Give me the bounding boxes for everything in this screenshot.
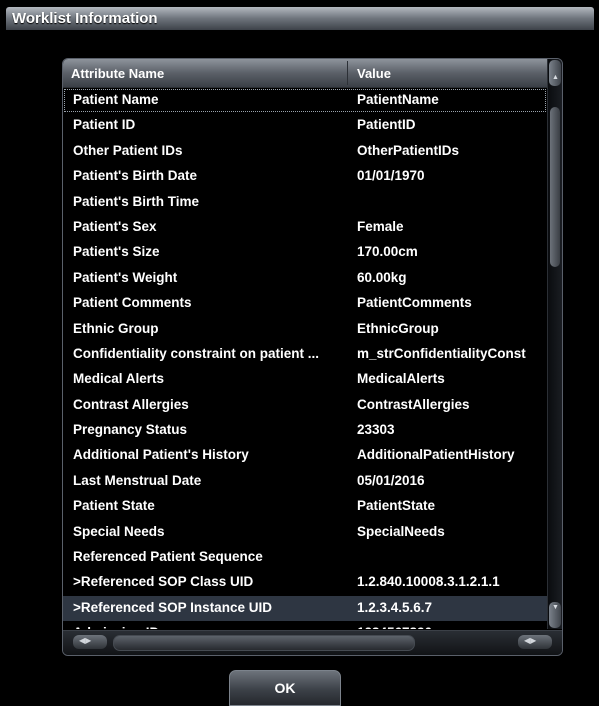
table-row[interactable]: Patient's Birth Date 01/01/1970 [63,164,547,189]
arrow-down-icon: ▼ [552,604,559,611]
attribute-name-cell: Patient's Sex [73,218,157,234]
arrow-left-icon: ◀▶ [79,636,92,645]
value-cell: PatientName [357,92,439,107]
arrow-up-icon: ▲ [552,74,559,81]
arrow-right-icon: ◀▶ [524,636,537,645]
attribute-name-cell: Patient's Birth Date [73,168,197,184]
value-cell: 1.2.840.10008.3.1.2.1.1 [357,574,500,590]
attribute-name-cell: Patient Name [73,92,159,107]
value-cell: EthnicGroup [357,320,439,336]
table-row[interactable]: Patient's Birth Time [63,190,547,215]
value-cell: 05/01/2016 [357,472,425,488]
table-row[interactable]: Patient's Weight 60.00kg [63,266,547,291]
table-row[interactable]: Pregnancy Status 23303 [63,418,547,443]
value-cell: PatientState [357,498,436,514]
attribute-name-cell: Patient State [73,498,155,514]
attribute-name-cell: Special Needs [73,523,165,539]
vertical-scrollbar[interactable]: ▲ ▼ [547,59,562,629]
table-row[interactable]: Referenced Patient Sequence [63,545,547,570]
attribute-name-cell: Last Menstrual Date [73,472,202,488]
table-row[interactable]: >Referenced SOP Class UID 1.2.840.10008.3… [63,570,547,595]
value-cell: SpecialNeeds [357,523,445,539]
table-row[interactable]: Medical Alerts MedicalAlerts [63,367,547,392]
column-header-attribute-name[interactable]: Attribute Name [71,66,164,81]
table-row[interactable]: >Referenced SOP Instance UID 1.2.3.4.5.6.… [63,595,547,622]
attribute-name-cell: Pregnancy Status [73,422,188,438]
attribute-name-cell: Patient Comments [73,295,192,311]
window-title: Worklist Information [12,10,158,27]
table-row[interactable]: Patient Name PatientName [63,88,547,113]
attribute-name-cell: Patient's Birth Time [73,193,199,209]
scroll-down-button[interactable]: ▼ [549,602,561,628]
attribute-name-cell: Admission ID [73,625,355,629]
value-cell: AdditionalPatientHistory [357,447,515,463]
value-cell: m_strConfidentialityConst [357,345,526,361]
table-row[interactable]: Patient State PatientState [63,494,547,519]
column-separator[interactable] [347,61,348,85]
horizontal-scroll-thumb[interactable] [113,635,415,651]
attribute-name-cell: Other Patient IDs [73,142,183,158]
scroll-right-button[interactable]: ◀▶ [518,635,552,649]
value-cell: 01/01/1970 [357,168,425,184]
worklist-table: Attribute Name Value Patient Name Patient… [62,58,563,656]
attribute-name-cell: Patient's Weight [73,269,178,285]
table-row[interactable]: Patient ID PatientID [63,113,547,138]
attribute-name-cell: Contrast Allergies [73,396,189,412]
table-row[interactable]: Special Needs SpecialNeeds [63,520,547,545]
table-row[interactable]: Contrast Allergies ContrastAllergies [63,393,547,418]
horizontal-scrollbar[interactable]: ◀▶ ◀▶ [63,630,562,655]
value-cell: MedicalAlerts [357,371,445,387]
value-cell: PatientComments [357,295,472,311]
value-cell: PatientID [357,117,416,133]
value-cell: 23303 [357,422,395,438]
value-cell: 1.2.3.4.5.6.7 [357,599,433,615]
table-row[interactable]: Additional Patient's History AdditionalPa… [63,443,547,468]
table-row[interactable]: Last Menstrual Date 05/01/2016 [63,469,547,494]
vertical-scroll-thumb[interactable] [550,107,560,267]
attribute-name-cell: Referenced Patient Sequence [73,549,263,565]
value-cell: 60.00kg [357,269,407,285]
ok-button[interactable]: OK [229,670,341,706]
attribute-name-cell: Medical Alerts [73,371,165,387]
table-row[interactable]: Other Patient IDs OtherPatientIDs [63,139,547,164]
table-body: Patient Name PatientName Patient ID Patient… [63,88,547,629]
table-header: Attribute Name Value [63,59,547,88]
title-bar: Worklist Information [6,7,594,30]
value-cell: 170.00cm [357,244,418,260]
table-row[interactable]: Patient's Size 170.00cm [63,240,547,265]
attribute-name-cell: >Referenced SOP Class UID [73,574,254,590]
value-cell: 1234567890 [357,625,545,629]
attribute-name-cell: Confidentiality constraint on patient ..… [73,345,320,361]
attribute-name-cell: Ethnic Group [73,320,159,336]
table-row[interactable]: Patient's Sex Female [63,215,547,240]
attribute-name-cell: Patient ID [73,117,136,133]
scroll-left-button[interactable]: ◀▶ [73,635,107,649]
table-row[interactable]: Ethnic Group EthnicGroup [63,317,547,342]
value-cell: Female [357,218,404,234]
table-row[interactable]: Confidentiality constraint on patient ..… [63,342,547,367]
value-cell: OtherPatientIDs [357,142,460,158]
value-cell: ContrastAllergies [357,396,470,412]
table-row[interactable]: Admission ID1234567890 [63,621,547,629]
column-header-value[interactable]: Value [357,66,391,81]
scroll-up-button[interactable]: ▲ [549,60,561,86]
table-row[interactable]: Patient Comments PatientComments [63,291,547,316]
attribute-name-cell: Patient's Size [73,244,160,260]
attribute-name-cell: Additional Patient's History [73,447,249,463]
attribute-name-cell: >Referenced SOP Instance UID [73,599,272,615]
